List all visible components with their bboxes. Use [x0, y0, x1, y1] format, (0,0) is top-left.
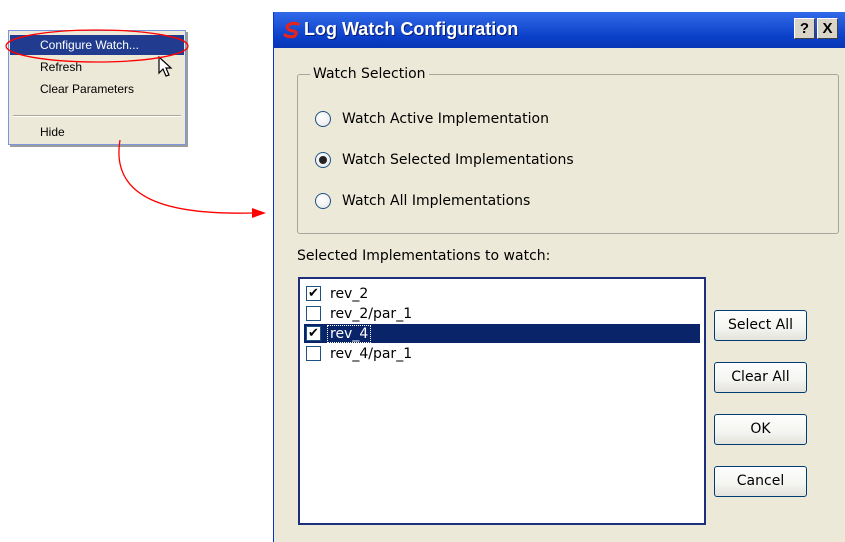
- radio-label: Watch Selected Implementations: [342, 152, 574, 168]
- list-label: Selected Implementations to watch:: [297, 248, 551, 264]
- item-label: rev_2: [330, 285, 369, 302]
- check-icon: ✔: [308, 286, 319, 301]
- checkbox[interactable]: ✔: [306, 326, 321, 341]
- title-bar[interactable]: Log Watch Configuration ? X: [274, 12, 845, 48]
- app-logo-icon: [283, 21, 300, 39]
- highlight-ellipse: [5, 29, 189, 63]
- close-button[interactable]: X: [817, 18, 838, 39]
- close-icon: X: [822, 20, 833, 37]
- list-item-selected[interactable]: ✔ rev_4: [304, 324, 700, 343]
- group-title: Watch Selection: [310, 66, 429, 82]
- checkbox[interactable]: [306, 346, 321, 361]
- radio-watch-all[interactable]: Watch All Implementations: [315, 191, 530, 211]
- radio-button[interactable]: [315, 152, 331, 168]
- list-item[interactable]: rev_2/par_1: [304, 304, 700, 323]
- radio-button[interactable]: [315, 111, 331, 127]
- radio-button[interactable]: [315, 193, 331, 209]
- item-label: rev_4/par_1: [330, 345, 413, 362]
- log-watch-dialog: Log Watch Configuration ? X Watch Select…: [273, 12, 845, 542]
- implementations-list[interactable]: ✔ rev_2 rev_2/par_1 ✔ rev_4 rev_4/par_1: [298, 277, 706, 525]
- item-label: rev_2/par_1: [330, 305, 413, 322]
- radio-watch-selected[interactable]: Watch Selected Implementations: [315, 150, 574, 170]
- checkbox[interactable]: [306, 306, 321, 321]
- clear-all-button[interactable]: Clear All: [714, 362, 807, 393]
- radio-label: Watch All Implementations: [342, 193, 531, 209]
- radio-watch-active[interactable]: Watch Active Implementation: [315, 109, 549, 129]
- dialog-title: Log Watch Configuration: [304, 19, 519, 39]
- arrow-head: [252, 208, 266, 218]
- watch-selection-group: Watch Selection Watch Active Implementat…: [297, 66, 839, 234]
- list-item[interactable]: rev_4/par_1: [304, 344, 700, 363]
- cancel-button[interactable]: Cancel: [714, 466, 807, 497]
- help-button[interactable]: ?: [794, 18, 815, 39]
- check-icon: ✔: [308, 326, 319, 341]
- ok-button[interactable]: OK: [714, 414, 807, 445]
- select-all-button[interactable]: Select All: [714, 310, 807, 341]
- arrow-curve: [118, 139, 253, 214]
- list-item[interactable]: ✔ rev_2: [304, 284, 700, 303]
- radio-label: Watch Active Implementation: [342, 111, 549, 127]
- checkbox[interactable]: ✔: [306, 286, 321, 301]
- help-icon: ?: [799, 20, 810, 37]
- item-label: rev_4: [326, 324, 372, 343]
